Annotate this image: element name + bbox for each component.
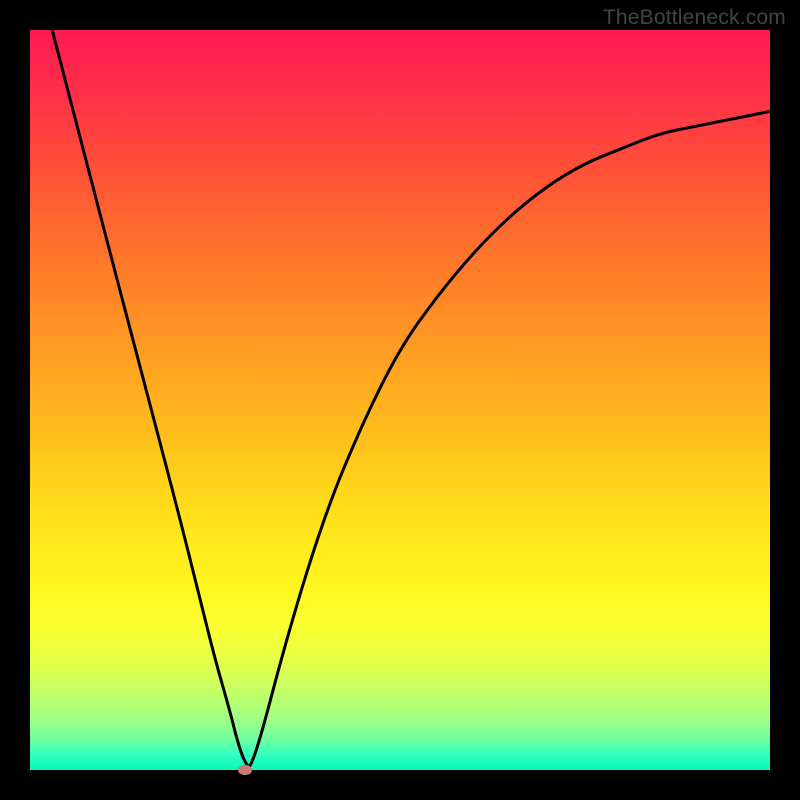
plot-area — [30, 30, 770, 770]
curve-svg — [30, 30, 770, 770]
chart-frame: TheBottleneck.com — [0, 0, 800, 800]
bottleneck-curve — [52, 30, 770, 766]
watermark-text: TheBottleneck.com — [603, 6, 786, 30]
optimal-point-marker — [238, 765, 252, 775]
